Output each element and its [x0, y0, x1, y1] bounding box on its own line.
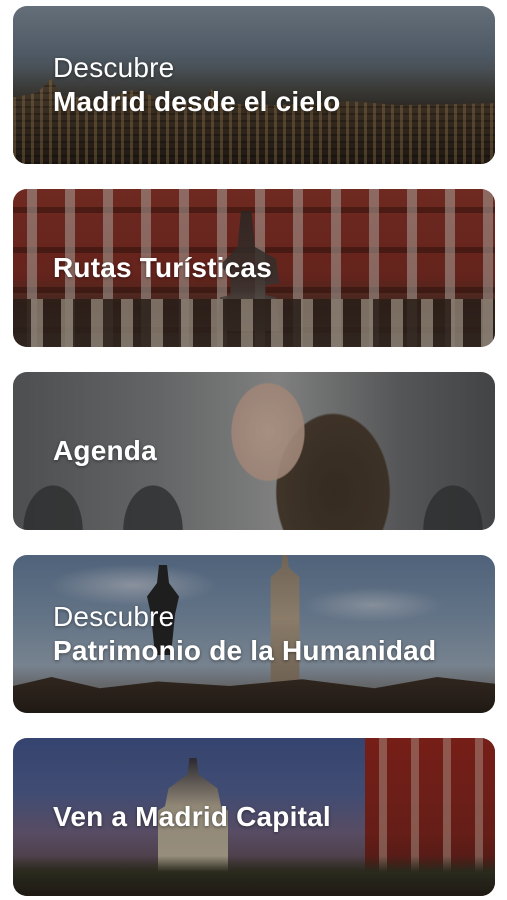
card-madrid-desde-el-cielo[interactable]: Descubre Madrid desde el cielo — [13, 6, 495, 164]
card-title: Rutas Turísticas — [53, 252, 272, 283]
card-title: Ven a Madrid Capital — [53, 801, 331, 832]
card-patrimonio-de-la-humanidad[interactable]: Descubre Patrimonio de la Humanidad — [13, 555, 495, 713]
card-text: Descubre Madrid desde el cielo — [53, 6, 485, 164]
card-ven-a-madrid-capital[interactable]: Ven a Madrid Capital — [13, 738, 495, 896]
card-rutas-turisticas[interactable]: Rutas Turísticas — [13, 189, 495, 347]
card-kicker: Descubre — [53, 601, 175, 632]
card-title: Agenda — [53, 435, 157, 466]
card-title: Patrimonio de la Humanidad — [53, 635, 437, 666]
menu-card-list: Descubre Madrid desde el cielo Rutas Tur… — [0, 0, 507, 900]
card-text: Rutas Turísticas — [53, 189, 485, 347]
card-text: Ven a Madrid Capital — [53, 738, 485, 896]
card-text: Descubre Patrimonio de la Humanidad — [53, 555, 485, 713]
card-text: Agenda — [53, 372, 485, 530]
card-title: Madrid desde el cielo — [53, 86, 341, 117]
card-kicker: Descubre — [53, 52, 175, 83]
card-agenda[interactable]: Agenda — [13, 372, 495, 530]
